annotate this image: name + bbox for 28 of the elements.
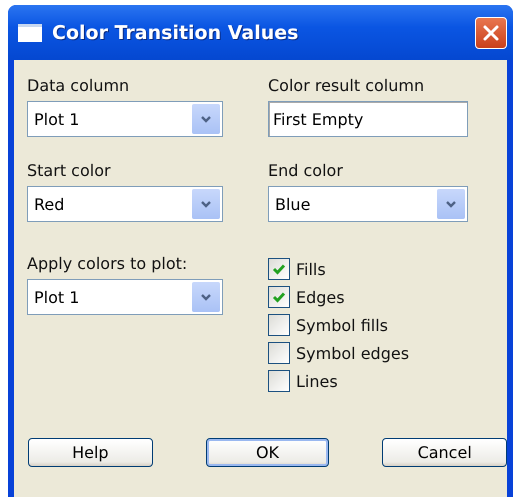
checkbox-label: Fills [296,260,326,278]
checkmark-icon [272,263,286,275]
field-label: Color result column [268,76,426,95]
dialog-button[interactable]: Help [28,438,153,467]
input-field[interactable]: First Empty [268,101,468,137]
field-label: Data column [27,76,130,95]
window-icon [18,24,42,42]
dialog-button[interactable]: Cancel [382,438,507,467]
checkbox[interactable] [268,370,290,392]
checkbox[interactable] [268,286,290,308]
field-label: Apply colors to plot: [27,254,188,273]
dropdown[interactable]: Red [27,186,223,222]
dropdown[interactable]: Plot 1 [27,101,223,137]
field-label: End color [268,161,344,180]
checkmark-icon [272,291,286,303]
checkbox-label: Symbol fills [296,316,388,334]
dialog-button[interactable]: OK [206,438,330,467]
dropdown[interactable]: Blue [268,186,468,222]
dropdown[interactable]: Plot 1 [27,279,223,315]
checkbox[interactable] [268,258,290,280]
checkbox-label: Lines [296,372,338,390]
window-title: Color Transition Values [52,22,300,44]
checkbox-label: Symbol edges [296,344,410,362]
field-label: Start color [27,161,112,180]
close-button[interactable] [475,16,507,48]
checkbox-label: Edges [296,288,345,306]
checkbox[interactable] [268,342,290,364]
checkbox[interactable] [268,314,290,336]
